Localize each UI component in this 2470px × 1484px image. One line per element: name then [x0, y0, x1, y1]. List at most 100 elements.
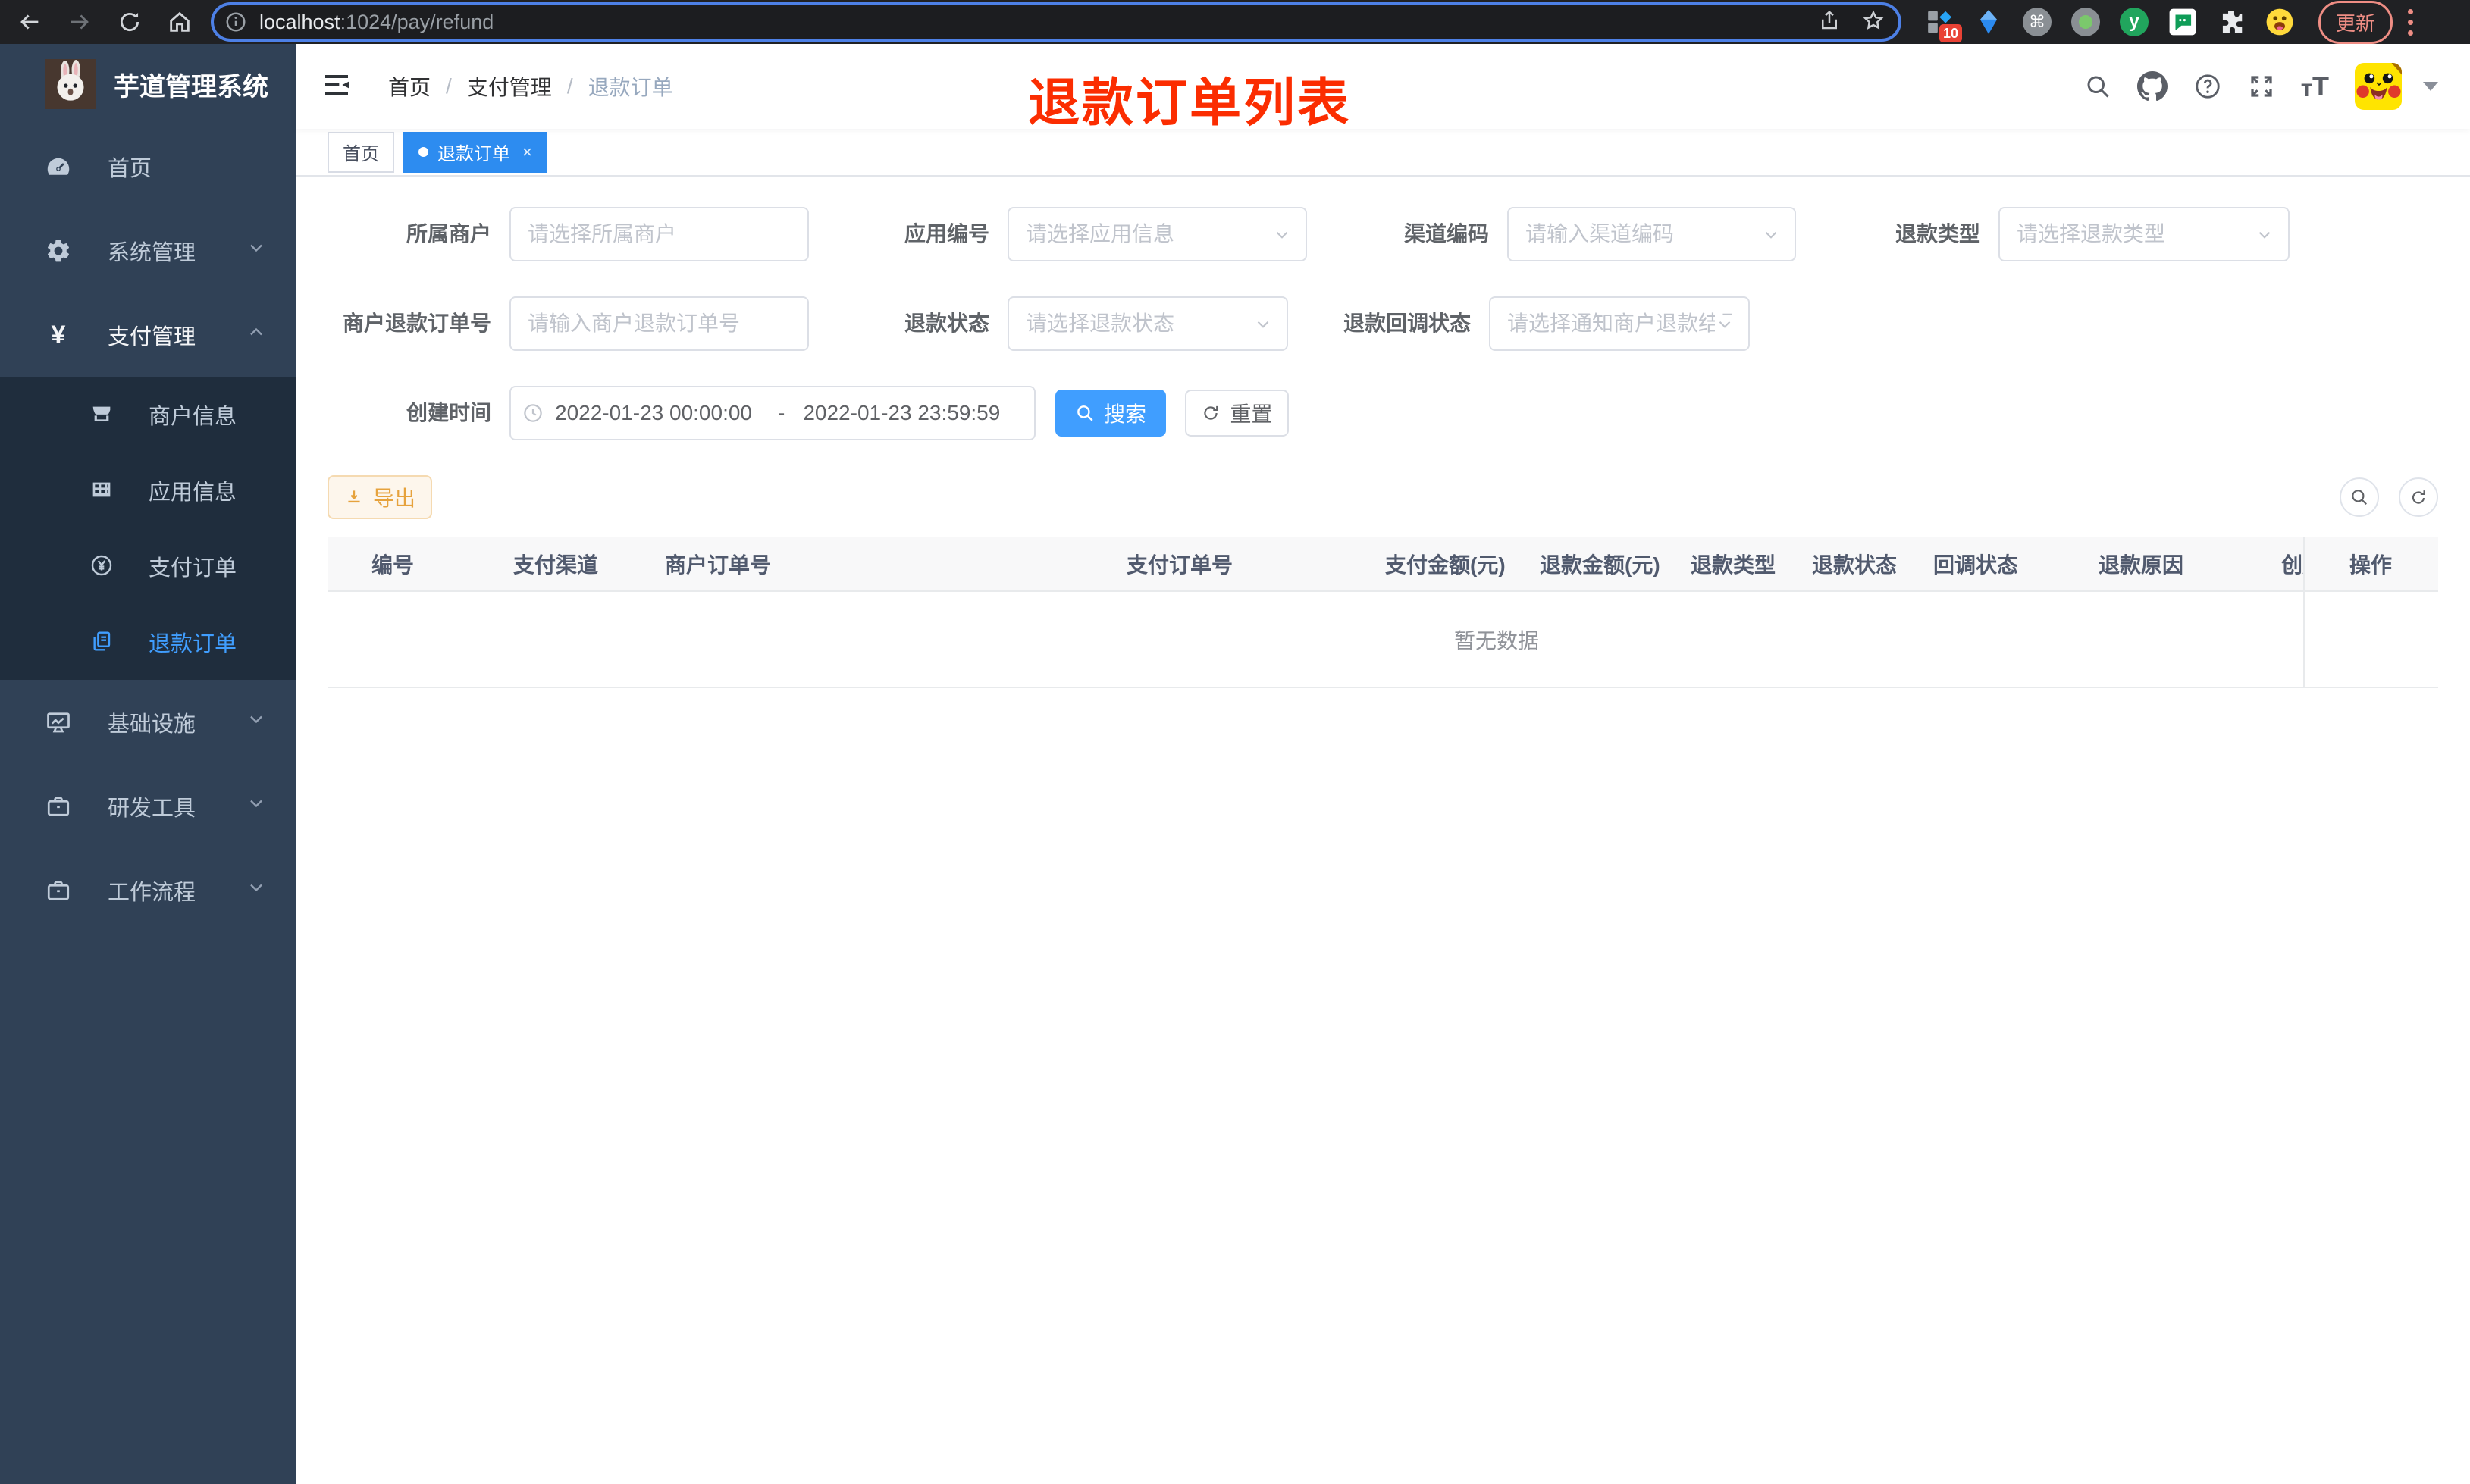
sidebar-logo[interactable]: 芋道管理系统 [0, 44, 296, 124]
browser-forward-button[interactable] [65, 8, 94, 36]
column-header-refund-status[interactable]: 退款状态 [1797, 549, 1918, 579]
extension-emoji-icon[interactable] [2264, 6, 2296, 38]
browser-home-button[interactable] [165, 8, 194, 36]
refund-type-select[interactable] [1998, 207, 2290, 261]
github-icon[interactable] [2137, 71, 2168, 102]
channel-select[interactable] [1507, 207, 1796, 261]
site-info-icon[interactable] [224, 11, 247, 33]
date-end-value[interactable]: 2022-01-23 23:59:59 [803, 401, 1018, 425]
sidebar-item-label: 支付管理 [108, 324, 196, 349]
refund-status-select[interactable] [1008, 296, 1288, 351]
payment-submenu: 商户信息 应用信息 支付订单 退款订单 [0, 377, 296, 680]
reset-button[interactable]: 重置 [1185, 390, 1289, 437]
column-header-refund-amount[interactable]: 退款金额(元) [1525, 549, 1675, 579]
search-icon[interactable] [2084, 73, 2111, 100]
avatar[interactable] [2355, 63, 2402, 110]
breadcrumb-current: 退款订单 [588, 76, 673, 99]
filter-label-notify-status: 退款回调状态 [1343, 312, 1471, 335]
refund-list-page: 所属商户 应用编号 渠道编码 退款类型 [296, 177, 2470, 1484]
filter-label-channel: 渠道编码 [1403, 222, 1489, 246]
column-header-refund-type[interactable]: 退款类型 [1675, 549, 1797, 579]
extension-y-icon[interactable]: y [2118, 6, 2150, 38]
app-title: 芋道管理系统 [114, 72, 268, 102]
date-range-separator: - [778, 401, 785, 424]
extension-chat-icon[interactable] [2167, 6, 2199, 38]
column-header-pay-channel[interactable]: 支付渠道 [498, 549, 650, 579]
column-header-pay-amount[interactable]: 支付金额(元) [1370, 549, 1525, 579]
extension-badge: 10 [1939, 24, 1962, 42]
extension-command-icon[interactable]: ⌘ [2021, 6, 2053, 38]
filter-label-app: 应用编号 [904, 222, 989, 246]
breadcrumb-payment[interactable]: 支付管理 [467, 71, 552, 102]
dashboard-icon [44, 152, 73, 181]
sidebar-item-home[interactable]: 首页 [0, 124, 296, 208]
breadcrumb-home[interactable]: 首页 [388, 71, 431, 102]
column-header-created-time[interactable]: 创建时间 [2266, 549, 2303, 579]
sidebar: 芋道管理系统 首页 系统管理 ¥ 支付管理 商户信息 应用信息 支付订单 退款订… [0, 44, 296, 1484]
sidebar-item-devtools[interactable]: 研发工具 [0, 764, 296, 848]
browser-toolbar: localhost:1024/pay/refund 10 ⌘ y 更新 [0, 0, 2470, 44]
page: localhost:1024/pay/refund 10 ⌘ y 更新 芋道管理… [0, 0, 2470, 1484]
column-header-callback-status[interactable]: 回调状态 [1918, 549, 2083, 579]
share-icon[interactable] [1818, 9, 1841, 36]
extension-grid-icon[interactable]: 10 [1924, 6, 1962, 42]
page-title-annotation: 退款订单列表 [1028, 74, 1352, 132]
active-dot [418, 147, 428, 157]
refund-table: 编号 支付渠道 商户订单号 支付订单号 支付金额(元) 退款金额(元) 退款类型… [328, 537, 2438, 688]
extension-gem-icon[interactable] [1973, 6, 2005, 38]
yen-icon: ¥ [51, 320, 66, 349]
column-header-actions[interactable]: 操作 [2303, 549, 2438, 579]
table-empty-row: 暂无数据 [328, 592, 2438, 688]
sidebar-item-refund-order[interactable]: 退款订单 [0, 604, 296, 680]
column-header-pay-order-no[interactable]: 支付订单号 [1111, 549, 1370, 579]
filter-label-merchant: 所属商户 [406, 222, 491, 246]
extension-puzzle-icon[interactable] [2215, 6, 2247, 38]
address-bar[interactable]: localhost:1024/pay/refund [214, 5, 1898, 39]
show-search-toggle-button[interactable] [2340, 477, 2379, 517]
table-header-row: 编号 支付渠道 商户订单号 支付订单号 支付金额(元) 退款金额(元) 退款类型… [328, 537, 2438, 592]
refresh-table-button[interactable] [2399, 477, 2438, 517]
export-button[interactable]: 导出 [328, 475, 432, 519]
tag-home[interactable]: 首页 [328, 131, 394, 173]
extensions-row: 10 ⌘ y [1924, 6, 2296, 42]
browser-back-button[interactable] [15, 8, 44, 36]
briefcase-icon [44, 792, 73, 821]
fullscreen-icon[interactable] [2248, 73, 2275, 100]
sidebar-item-infra[interactable]: 基础设施 [0, 680, 296, 764]
search-button[interactable]: 搜索 [1055, 390, 1166, 437]
notify-status-select[interactable] [1489, 296, 1750, 351]
tag-refund-order[interactable]: 退款订单 × [403, 131, 547, 173]
extension-record-icon[interactable] [2070, 6, 2102, 38]
tag-close-icon[interactable]: × [522, 142, 532, 162]
sidebar-item-app-info[interactable]: 应用信息 [0, 452, 296, 528]
browser-reload-button[interactable] [115, 8, 144, 36]
filter-label-merchant-refund-no: 商户退款订单号 [342, 312, 491, 335]
storefront-icon [89, 402, 115, 427]
app-select[interactable] [1008, 207, 1307, 261]
document-copy-icon [89, 629, 115, 655]
sidebar-item-merchant-info[interactable]: 商户信息 [0, 377, 296, 452]
sidebar-collapse-icon[interactable] [321, 70, 355, 103]
monitor-chart-icon [44, 708, 73, 737]
column-header-refund-reason[interactable]: 退款原因 [2083, 549, 2266, 579]
column-header-merchant-order-no[interactable]: 商户订单号 [650, 549, 1111, 579]
sidebar-item-label: 支付订单 [149, 556, 237, 581]
browser-menu-icon[interactable] [2406, 8, 2414, 36]
sidebar-item-payment[interactable]: ¥ 支付管理 [0, 293, 296, 377]
sidebar-item-workflow[interactable]: 工作流程 [0, 848, 296, 932]
merchant-refund-no-input[interactable] [509, 296, 809, 351]
browser-update-button[interactable]: 更新 [2318, 0, 2393, 44]
header-actions: TT [2084, 63, 2438, 110]
help-icon[interactable] [2193, 72, 2222, 101]
sidebar-item-pay-order[interactable]: 支付订单 [0, 528, 296, 604]
sidebar-item-system[interactable]: 系统管理 [0, 208, 296, 293]
avatar-caret-icon[interactable] [2423, 82, 2438, 91]
font-size-icon[interactable]: TT [2301, 73, 2329, 100]
merchant-input[interactable] [509, 207, 809, 261]
filter-label-created: 创建时间 [406, 401, 491, 424]
sidebar-item-label: 研发工具 [108, 796, 196, 821]
bookmark-star-icon[interactable] [1862, 9, 1885, 36]
column-header-id[interactable]: 编号 [328, 549, 498, 579]
date-start-value[interactable]: 2022-01-23 00:00:00 [555, 401, 770, 425]
created-date-range-picker[interactable]: 2022-01-23 00:00:00 - 2022-01-23 23:59:5… [509, 386, 1036, 440]
